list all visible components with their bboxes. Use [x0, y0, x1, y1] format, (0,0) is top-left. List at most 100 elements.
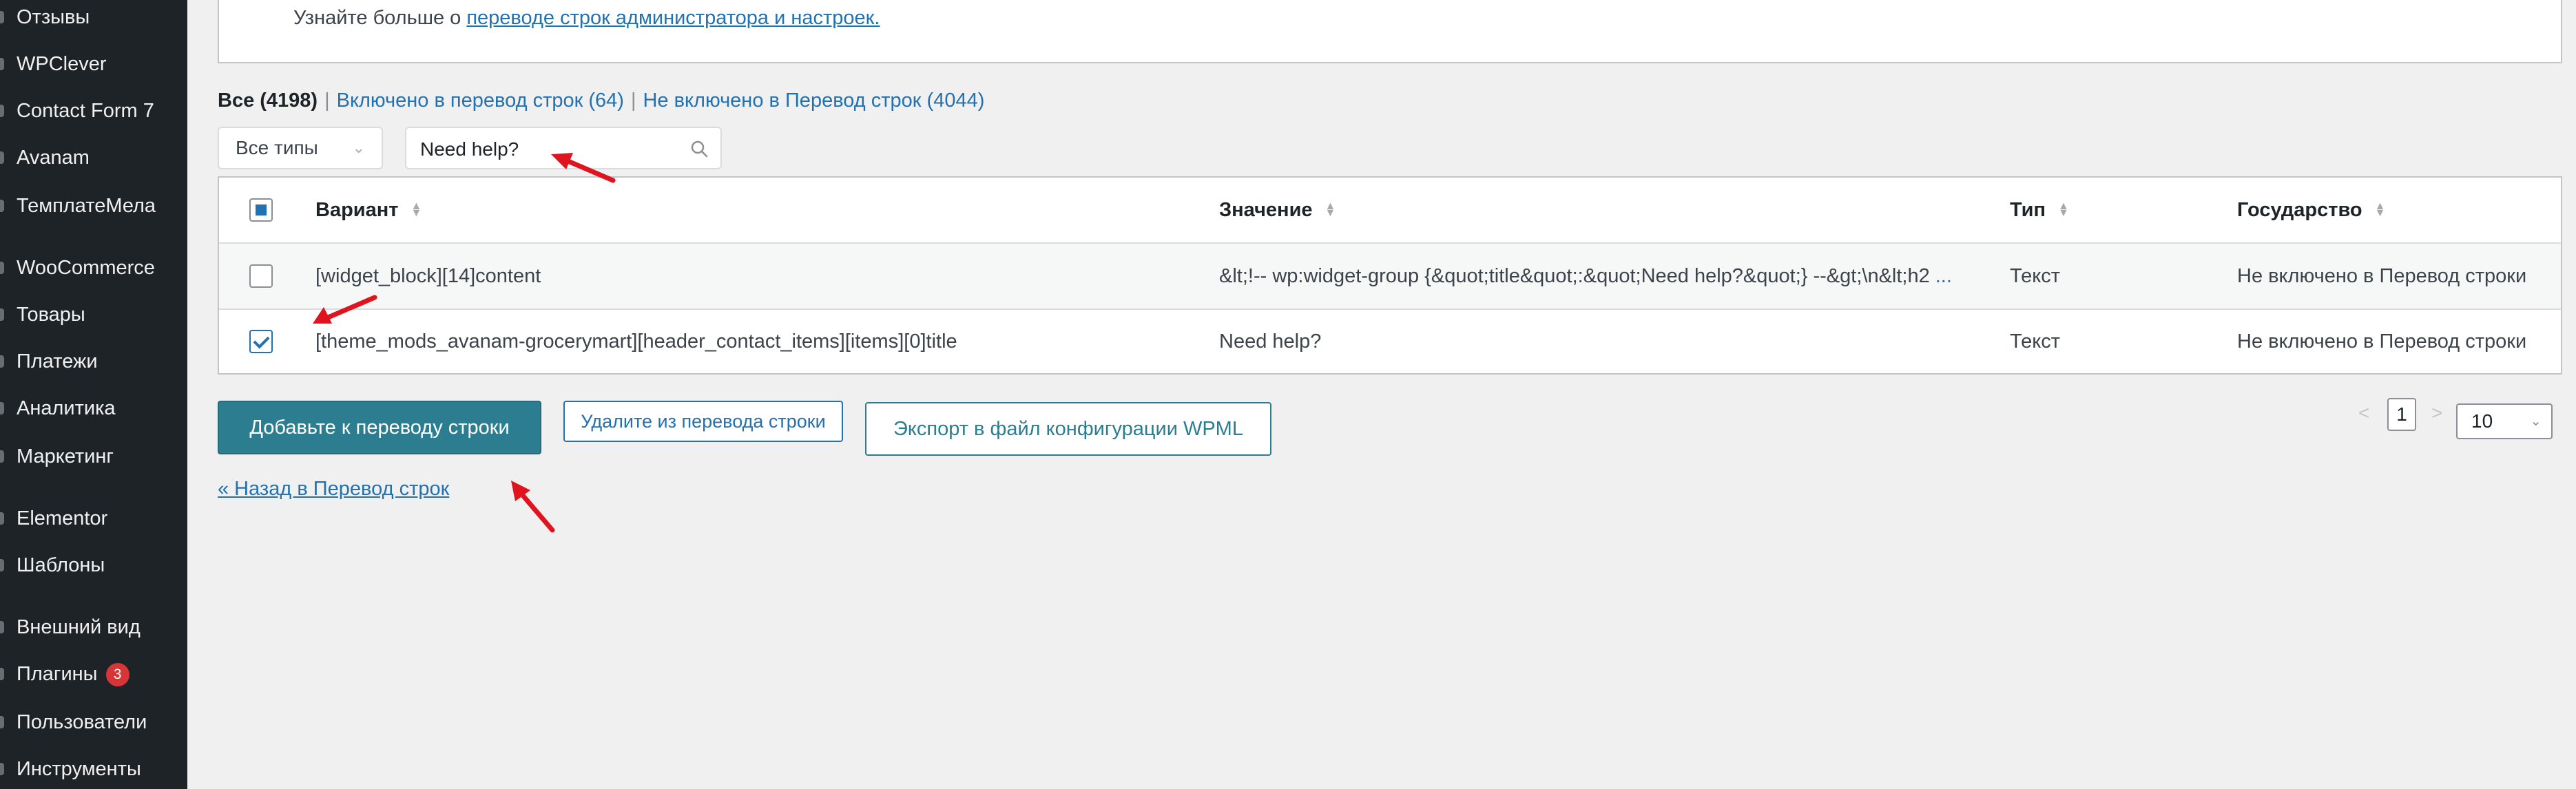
- filter-separator: |: [324, 90, 330, 112]
- sort-icon: ▲ ▼: [1325, 200, 1336, 219]
- wpclever-icon: [0, 58, 4, 70]
- filter-separator: |: [630, 90, 636, 112]
- filter-all[interactable]: Все (4198): [218, 90, 318, 112]
- sidebar-item-label: Пользователи: [17, 711, 147, 733]
- chevron-down-icon: ⌄: [352, 139, 365, 156]
- per-page-value: 10: [2471, 410, 2493, 432]
- sidebar-item-analytics[interactable]: Аналитика: [0, 391, 187, 425]
- templates-icon: [0, 559, 4, 571]
- sidebar-item-label: Платежи: [17, 350, 98, 372]
- appearance-icon: [0, 621, 4, 633]
- plugins-icon: [0, 668, 4, 680]
- sidebar-item-avanam[interactable]: Avanam: [0, 140, 187, 175]
- sidebar-item-products[interactable]: Товары: [0, 297, 187, 332]
- sidebar-item-tools[interactable]: Инструменты: [0, 752, 187, 786]
- info-notice: Узнайте больше о переводе строк админист…: [218, 0, 2562, 63]
- payments-icon: [0, 355, 4, 368]
- sidebar-item-label: Внешний вид: [17, 616, 141, 638]
- sidebar-item-users[interactable]: Пользователи: [0, 705, 187, 739]
- sidebar-item-label: WooCommerce: [17, 257, 155, 279]
- cell-type: Текст: [2010, 264, 2061, 287]
- table-row: [widget_block][14]content &lt;!-- wp:wid…: [219, 244, 2561, 310]
- sidebar-item-label: WPClever: [17, 53, 107, 75]
- add-to-translation-button[interactable]: Добавьте к переводу строки: [218, 401, 541, 454]
- sidebar-item-label: Отзывы: [17, 6, 90, 28]
- per-page-select[interactable]: 10 ⌄: [2456, 403, 2553, 439]
- export-wpml-config-button[interactable]: Экспорт в файл конфигурации WPML: [865, 402, 1271, 456]
- sidebar-item-label-wrap: Плагины 3: [17, 657, 129, 691]
- sidebar-item-label: Шаблоны: [17, 554, 105, 576]
- strings-table: Вариант ▲ ▼ Значение ▲ ▼ Тип ▲ ▼ Государств…: [218, 176, 2562, 375]
- search-box: [405, 127, 722, 169]
- sidebar-item-plugins[interactable]: Плагины 3: [0, 657, 187, 691]
- filter-not-included[interactable]: Не включено в Перевод строк (4044): [643, 90, 984, 112]
- notice-link[interactable]: переводе строк администратора и настроек…: [466, 7, 880, 29]
- expand-value-link[interactable]: ...: [1935, 265, 1952, 288]
- row-checkbox[interactable]: [249, 330, 273, 353]
- contact-form-icon: [0, 105, 4, 117]
- column-header-label: Тип: [2010, 198, 2046, 221]
- prev-page-icon[interactable]: <: [2358, 402, 2369, 424]
- filter-included[interactable]: Включено в перевод строк (64): [337, 90, 624, 112]
- cell-type: Текст: [2010, 330, 2061, 353]
- marketing-icon: [0, 450, 4, 463]
- reviews-icon: [0, 11, 4, 23]
- row-checkbox[interactable]: [249, 264, 273, 288]
- column-header-type[interactable]: Тип ▲ ▼: [2010, 178, 2203, 242]
- cell-value: &lt;!-- wp:widget-group {&quot;title&quo…: [1219, 244, 2004, 308]
- type-filter-value: Все типы: [236, 137, 318, 158]
- column-header-label: Значение: [1219, 198, 1313, 221]
- sidebar-item-elementor[interactable]: Elementor: [0, 501, 187, 536]
- table-header-row: Вариант ▲ ▼ Значение ▲ ▼ Тип ▲ ▼ Государств…: [219, 178, 2561, 244]
- sidebar-item-label: Avanam: [17, 147, 90, 169]
- sidebar-item-label: Товары: [17, 304, 85, 326]
- templatemela-icon: [0, 200, 4, 212]
- back-to-string-translation-link[interactable]: « Назад в Перевод строк: [218, 478, 449, 501]
- analytics-icon: [0, 402, 4, 414]
- sidebar-item-templates[interactable]: Шаблоны: [0, 548, 187, 582]
- cell-variant: [theme_mods_avanam-grocerymart][header_c…: [315, 330, 957, 353]
- column-header-variant[interactable]: Вариант ▲ ▼: [315, 178, 1176, 242]
- elementor-icon: [0, 512, 4, 525]
- remove-from-translation-button[interactable]: Удалите из перевода строки: [563, 401, 843, 442]
- status-filters: Все (4198) | Включено в перевод строк (64)…: [218, 90, 984, 112]
- select-all-checkbox[interactable]: [249, 198, 273, 222]
- type-filter-select[interactable]: Все типы ⌄: [218, 127, 383, 169]
- sidebar-item-payments[interactable]: Платежи: [0, 344, 187, 379]
- sidebar-item-reviews[interactable]: Отзывы: [0, 0, 187, 34]
- current-page[interactable]: 1: [2387, 398, 2416, 431]
- next-page-icon[interactable]: >: [2431, 402, 2442, 424]
- sidebar-item-label: Плагины: [17, 663, 98, 685]
- table-row: [theme_mods_avanam-grocerymart][header_c…: [219, 310, 2561, 373]
- notice-text: Узнайте больше о переводе строк админист…: [293, 7, 880, 30]
- sidebar-item-contact-form-7[interactable]: Contact Form 7: [0, 94, 187, 128]
- sidebar-item-label: Аналитика: [17, 397, 116, 419]
- sidebar-item-label: Маркетинг: [17, 445, 114, 467]
- column-header-label: Вариант: [315, 198, 399, 221]
- sidebar-item-appearance[interactable]: Внешний вид: [0, 610, 187, 644]
- search-input[interactable]: [419, 136, 669, 162]
- column-header-state[interactable]: Государство ▲ ▼: [2237, 178, 2554, 242]
- notice-prefix: Узнайте больше о: [293, 7, 467, 29]
- sidebar-item-label: ТемплатеМела: [17, 195, 156, 217]
- tools-icon: [0, 763, 4, 775]
- update-count-badge: 3: [105, 663, 129, 686]
- cell-state: Не включено в Перевод строки: [2237, 330, 2527, 353]
- sidebar-item-woocommerce[interactable]: WooCommerce: [0, 251, 187, 285]
- avanam-icon: [0, 151, 4, 164]
- cell-state: Не включено в Перевод строки: [2237, 264, 2527, 287]
- sidebar-item-templatemela[interactable]: ТемплатеМела: [0, 189, 187, 223]
- sidebar-item-wpclever[interactable]: WPClever: [0, 47, 187, 81]
- products-icon: [0, 308, 4, 321]
- annotation-arrows: [313, 153, 616, 533]
- sidebar-item-marketing[interactable]: Маркетинг: [0, 439, 187, 474]
- woocommerce-icon: [0, 262, 4, 274]
- sidebar-item-label: Contact Form 7: [17, 100, 154, 122]
- sort-icon: ▲ ▼: [2374, 200, 2386, 219]
- arrow-add-button: [511, 481, 555, 533]
- column-header-label: Государство: [2237, 198, 2362, 221]
- sort-icon: ▲ ▼: [2057, 200, 2069, 219]
- search-icon[interactable]: [690, 140, 708, 158]
- sidebar-item-label: Инструменты: [17, 758, 141, 780]
- cell-value-text: &lt;!-- wp:widget-group {&quot;title&quo…: [1219, 264, 1930, 287]
